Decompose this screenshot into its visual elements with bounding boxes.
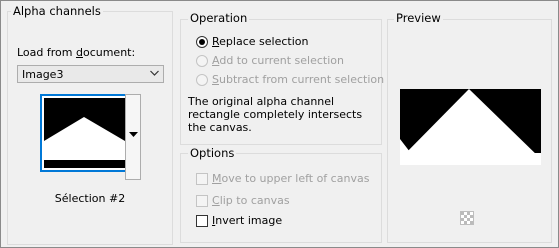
thumbnail-image xyxy=(44,98,125,168)
radio-subtract-selection[interactable]: Subtract from current selection xyxy=(196,73,384,87)
radio-subtract-indicator xyxy=(196,74,208,86)
thumbnail-dropdown-button[interactable] xyxy=(125,94,141,180)
radio-add-label: Add to current selection xyxy=(212,54,344,67)
options-title: Options xyxy=(188,146,237,160)
transparency-icon[interactable] xyxy=(460,211,474,225)
radio-add-indicator xyxy=(196,55,208,67)
radio-add-selection[interactable]: Add to current selection xyxy=(196,54,376,68)
checkbox-move-label: Move to upper left of canvas xyxy=(212,172,370,185)
dialog-window: Alpha channels Load from document: Image… xyxy=(0,0,559,248)
radio-subtract-label: Subtract from current selection xyxy=(212,73,385,86)
radio-replace-label: Replace selection xyxy=(212,35,309,48)
checkbox-clip-label: Clip to canvas xyxy=(212,194,290,207)
preview-image xyxy=(400,89,541,165)
radio-replace-selection[interactable]: Replace selection xyxy=(196,35,376,49)
operation-title: Operation xyxy=(188,11,250,25)
channel-name: Sélection #2 xyxy=(54,192,126,205)
document-select-value: Image3 xyxy=(22,68,64,81)
checkbox-clip-to-canvas[interactable]: Clip to canvas xyxy=(196,194,376,208)
load-from-label: Load from document: xyxy=(17,46,136,59)
document-select[interactable]: Image3 xyxy=(17,65,164,83)
chevron-down-icon xyxy=(150,70,159,76)
preview-canvas xyxy=(400,89,541,165)
checkbox-clip-indicator xyxy=(196,195,208,207)
radio-replace-indicator xyxy=(196,36,208,48)
checkbox-move-upper-left[interactable]: Move to upper left of canvas xyxy=(196,172,376,186)
checkbox-invert-image[interactable]: Invert image xyxy=(196,214,376,228)
channel-thumbnail[interactable] xyxy=(40,94,129,172)
alpha-channels-title: Alpha channels xyxy=(11,4,103,18)
checkbox-invert-indicator xyxy=(196,215,208,227)
checkbox-invert-label: Invert image xyxy=(212,214,283,227)
preview-title: Preview xyxy=(394,11,443,25)
operation-info-text: The original alpha channel rectangle com… xyxy=(188,95,363,134)
checkbox-move-indicator xyxy=(196,173,208,185)
checkerboard-icon xyxy=(461,212,473,224)
caret-down-icon xyxy=(129,132,138,137)
